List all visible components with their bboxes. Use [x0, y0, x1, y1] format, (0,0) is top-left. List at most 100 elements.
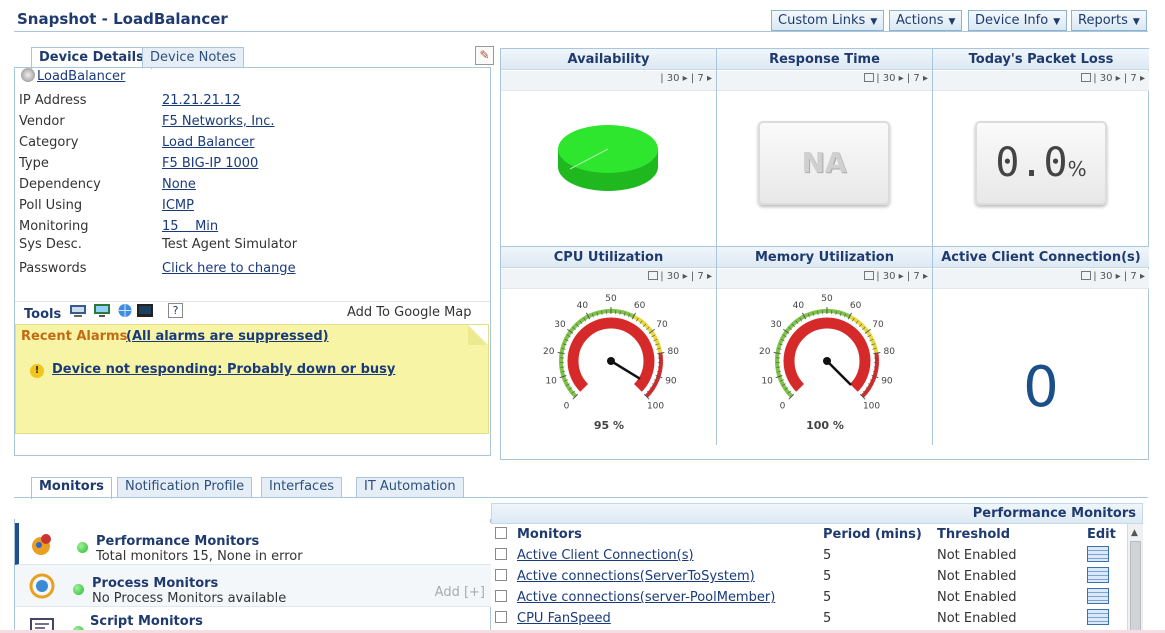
monitor-name-link[interactable]: CPU FanSpeed	[517, 611, 611, 626]
row-checkbox[interactable]	[495, 569, 507, 581]
tab-it-automation[interactable]: IT Automation	[356, 477, 464, 498]
property-value[interactable]: F5 Networks, Inc.	[162, 114, 275, 129]
column-header-threshold[interactable]: Threshold	[933, 524, 1083, 545]
period-links[interactable]: | 30 ▸ | 7 ▸	[648, 271, 712, 282]
period-links[interactable]: | 30 ▸ | 7 ▸	[1081, 271, 1145, 282]
chart-icon[interactable]	[864, 73, 875, 82]
device-name-link[interactable]: LoadBalancer	[37, 69, 125, 84]
table-row: CPU FanSpeed 5 Not Enabled	[491, 608, 1127, 629]
list-item-performance-monitors[interactable]: Performance Monitors Total monitors 15, …	[15, 523, 491, 565]
device-info-button[interactable]: Device Info ▼	[968, 10, 1068, 31]
edit-cell	[1083, 566, 1127, 587]
custom-links-label: Custom Links	[778, 13, 866, 28]
gauge-tick-label: 20	[759, 347, 771, 357]
edit-icon[interactable]	[1087, 566, 1109, 583]
cpu-title: CPU Utilization	[501, 247, 716, 268]
property-value[interactable]: 21.21.21.12	[162, 93, 241, 108]
help-icon[interactable]: ?	[168, 303, 183, 318]
tab-monitors[interactable]: Monitors	[31, 477, 112, 499]
period-links-text[interactable]: | 30 ▸ | 7 ▸	[1093, 73, 1145, 84]
packet-loss-value: 0.0	[995, 140, 1068, 186]
edit-pencil-icon[interactable]: ✎	[475, 46, 494, 65]
property-label: Category	[19, 135, 79, 150]
row-select-cell	[491, 545, 513, 566]
edit-icon[interactable]	[1087, 608, 1109, 625]
scroll-up-icon[interactable]: ▲	[1131, 528, 1138, 538]
column-header-monitors[interactable]: Monitors	[513, 524, 819, 545]
monitor-name-link[interactable]: Active Client Connection(s)	[517, 548, 694, 563]
tab-interfaces[interactable]: Interfaces	[261, 477, 342, 498]
alarm-item[interactable]: ! Device not responding: Probably down or…	[30, 362, 395, 378]
monitor-icon[interactable]	[93, 303, 111, 318]
custom-links-button[interactable]: Custom Links ▼	[771, 10, 885, 31]
chart-icon[interactable]	[1081, 73, 1092, 82]
monitor-category-list: Performance Monitors Total monitors 15, …	[14, 519, 491, 633]
row-checkbox[interactable]	[495, 590, 507, 602]
add-to-google-map-link[interactable]: Add To Google Map	[347, 305, 472, 320]
gauge-tick-label: 90	[665, 376, 677, 386]
monitor-name-link[interactable]: Active connections(ServerToSystem)	[517, 569, 755, 584]
threshold-cell: Not Enabled	[937, 569, 1017, 584]
packet-loss-box: 0.0%	[975, 121, 1107, 205]
table-row: Active connections(server-PoolMember) 5 No…	[491, 587, 1127, 608]
chart-icon[interactable]	[1081, 271, 1092, 280]
edit-icon[interactable]	[1087, 545, 1109, 562]
gauge-tick-label: 70	[656, 320, 668, 330]
memory-value: 100 %	[806, 419, 844, 432]
property-value[interactable]: None	[162, 177, 196, 192]
property-value[interactable]: Load Balancer	[162, 135, 255, 150]
tab-device-details[interactable]: Device Details	[31, 47, 152, 69]
period-links[interactable]: | 30 ▸ | 7 ▸	[864, 73, 928, 84]
property-value[interactable]: F5 BIG-IP 1000	[162, 156, 258, 171]
actions-label: Actions	[896, 13, 944, 28]
row-checkbox[interactable]	[495, 611, 507, 623]
tab-notification-profile[interactable]: Notification Profile	[117, 477, 253, 498]
period-links[interactable]: | 30 ▸ | 7 ▸	[660, 73, 712, 84]
select-all-checkbox[interactable]	[495, 527, 507, 539]
warning-icon: !	[30, 364, 44, 378]
gauge-tick-label: 80	[667, 347, 679, 357]
gauge-tick-label: 50	[821, 294, 833, 304]
tab-device-notes[interactable]: Device Notes	[142, 47, 245, 68]
terminal-icon[interactable]	[136, 303, 154, 318]
property-value[interactable]: ICMP	[162, 198, 194, 213]
period-links-text[interactable]: | 30 ▸ | 7 ▸	[1093, 271, 1145, 282]
globe-icon[interactable]	[116, 303, 134, 318]
scroll-thumb[interactable]	[1130, 541, 1141, 633]
monitor-category-desc: Total monitors 15, None in error	[96, 549, 303, 564]
performance-monitors-header: Performance Monitors	[491, 503, 1143, 524]
period-links-text[interactable]: | 30 ▸ | 7 ▸	[876, 73, 928, 84]
gauge-tick-label: 30	[554, 320, 566, 330]
gauge-tick-label: 10	[545, 376, 557, 386]
period-links[interactable]: | 30 ▸ | 7 ▸	[1081, 73, 1145, 84]
gauge-tick-label: 100	[863, 402, 880, 412]
actions-button[interactable]: Actions ▼	[889, 10, 963, 31]
chevron-down-icon: ▼	[948, 17, 956, 27]
property-value: Test Agent Simulator	[162, 237, 298, 252]
alarm-message-link[interactable]: Device not responding: Probably down or …	[52, 362, 395, 377]
gauge-tick-label: 0	[564, 402, 570, 412]
period-links[interactable]: | 30 ▸ | 7 ▸	[864, 271, 928, 282]
table-scrollbar[interactable]: ▲	[1127, 524, 1143, 633]
property-value[interactable]: 15 Min	[162, 219, 218, 234]
chevron-down-icon: ▼	[870, 17, 878, 27]
property-value[interactable]: Click here to change	[162, 261, 296, 276]
property-label: Dependency	[19, 177, 101, 192]
telnet-icon[interactable]	[69, 303, 87, 318]
chart-icon[interactable]	[864, 271, 875, 280]
period-links-text[interactable]: | 30 ▸ | 7 ▸	[660, 271, 712, 282]
add-process-monitor-button[interactable]: Add [+]	[435, 585, 485, 600]
alarms-suppressed-link[interactable]: (All alarms are suppressed)	[126, 329, 329, 344]
edit-icon[interactable]	[1087, 587, 1109, 604]
list-item-process-monitors[interactable]: Process Monitors No Process Monitors ava…	[15, 565, 491, 607]
gauge-tick-label: 100	[647, 402, 664, 412]
chart-icon[interactable]	[648, 271, 659, 280]
device-name[interactable]: LoadBalancer	[21, 68, 125, 84]
period-links-text[interactable]: | 30 ▸ | 7 ▸	[876, 271, 928, 282]
connections-value: 0	[1023, 355, 1059, 420]
column-header-period[interactable]: Period (mins)	[819, 524, 933, 545]
row-checkbox[interactable]	[495, 548, 507, 560]
reports-button[interactable]: Reports ▼	[1071, 10, 1147, 31]
monitor-name-link[interactable]: Active connections(server-PoolMember)	[517, 590, 775, 605]
edit-cell	[1083, 587, 1127, 608]
